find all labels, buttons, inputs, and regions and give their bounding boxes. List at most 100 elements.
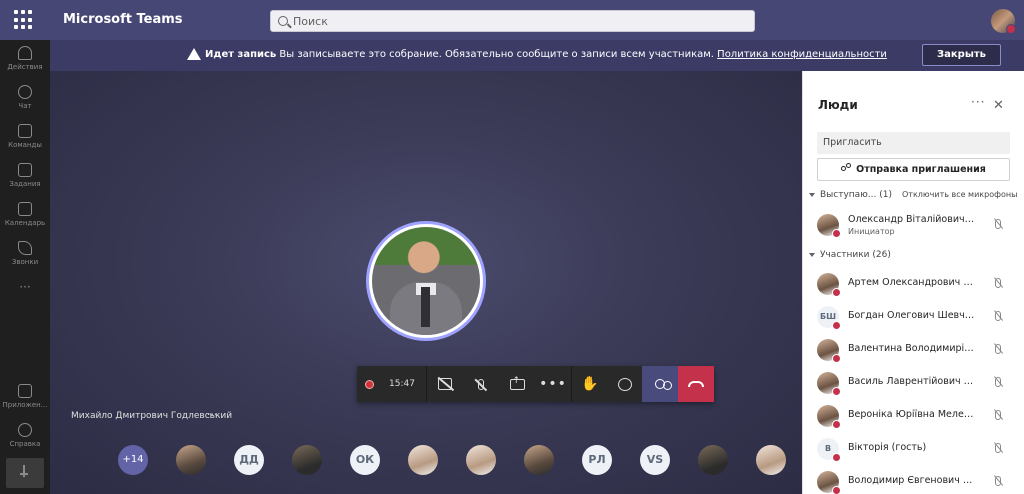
mic-off-icon	[995, 410, 1001, 420]
participant-avatar[interactable]	[466, 445, 496, 475]
participant-avatar[interactable]: ДД	[234, 445, 264, 475]
participant-row[interactable]: Володимир Євгенович Сок...	[803, 466, 1024, 494]
participant-row[interactable]: В Вікторія (гость)	[803, 433, 1024, 466]
mic-off-icon	[995, 443, 1001, 453]
rail-label: Календарь	[4, 219, 46, 227]
help-icon	[18, 423, 32, 437]
rail-item-chat[interactable]: Чат	[0, 85, 50, 110]
participant-avatar[interactable]	[408, 445, 438, 475]
participant-name: Вікторія (гость)	[848, 442, 927, 453]
participant-row[interactable]: Валентина Володимирівна Моск...	[803, 334, 1024, 367]
rail-label: Приложен...	[2, 401, 48, 409]
participant-avatar[interactable]: VS	[640, 445, 670, 475]
avatar	[817, 214, 841, 238]
camera-off-icon	[438, 378, 452, 390]
participant-row[interactable]: Артем Олександрович Бон...	[803, 268, 1024, 301]
chevron-down-icon	[809, 252, 815, 257]
participant-name: Олександр Віталійович Шм...	[848, 214, 976, 225]
recording-title: Идет запись	[205, 49, 277, 60]
apps-icon	[18, 384, 32, 398]
search-input[interactable]: Поиск	[270, 10, 755, 32]
participant-avatar[interactable]	[756, 445, 786, 475]
chat-button[interactable]	[608, 366, 642, 402]
mic-toggle-button[interactable]	[463, 366, 499, 402]
rail-item-apps[interactable]: Приложен...	[0, 384, 50, 409]
avatar	[817, 471, 841, 494]
participant-row[interactable]: Василь Лаврентійович Лис...	[803, 367, 1024, 400]
participant-row[interactable]: Вероніка Юріївна Мелехова	[803, 400, 1024, 433]
avatar: БШ	[817, 306, 841, 330]
speaker-photo	[372, 227, 480, 335]
participant-row[interactable]: БШ Богдан Олегович Шевченко	[803, 301, 1024, 334]
participant-avatar[interactable]	[292, 445, 322, 475]
recording-notice: Идет запись Вы записываете это собрание.…	[205, 49, 887, 60]
panel-close-button[interactable]: ✕	[993, 98, 1004, 113]
rail-item-activity[interactable]: Действия	[0, 46, 50, 71]
download-button[interactable]	[6, 458, 44, 488]
download-icon	[23, 465, 25, 477]
presenters-section-toggle[interactable]: Выступаю... (1)	[809, 190, 892, 200]
participant-avatar[interactable]	[698, 445, 728, 475]
participant-name: Вероніка Юріївна Мелехова	[848, 409, 976, 420]
camera-toggle-button[interactable]	[427, 366, 463, 402]
more-actions-button[interactable]: •••	[535, 366, 571, 402]
mic-off-icon	[478, 378, 484, 390]
participant-avatar[interactable]	[176, 445, 206, 475]
mic-off-icon	[995, 219, 1001, 229]
send-invite-button[interactable]: Отправка приглашения	[817, 158, 1010, 181]
share-screen-button[interactable]	[499, 366, 535, 402]
chat-icon	[18, 85, 32, 99]
participant-avatar[interactable]: РЛ	[582, 445, 612, 475]
rail-item-assignments[interactable]: Задания	[0, 163, 50, 188]
participant-row[interactable]: Олександр Віталійович Шм... Инициатор	[803, 209, 1024, 242]
teams-icon	[18, 124, 32, 138]
participant-name: Василь Лаврентійович Лис...	[848, 376, 976, 387]
panel-more-button[interactable]: ···	[971, 95, 985, 109]
presenters-label: Выступаю... (1)	[820, 190, 892, 200]
participant-name: Артем Олександрович Бон...	[848, 277, 976, 288]
share-screen-icon	[509, 376, 525, 390]
send-invite-label: Отправка приглашения	[856, 164, 986, 175]
app-rail: Действия Чат Команды Задания Календарь З…	[0, 40, 50, 494]
rail-label: Справка	[9, 440, 41, 448]
search-icon	[278, 16, 288, 26]
avatar	[817, 405, 841, 429]
call-controls: 15:47 ••• ✋	[357, 366, 714, 402]
search-placeholder: Поиск	[293, 15, 328, 28]
title-bar: Microsoft Teams Поиск	[0, 0, 1024, 40]
more-icon: •••	[539, 376, 567, 392]
participants-button[interactable]	[642, 366, 678, 402]
participants-section-toggle[interactable]: Участники (26)	[809, 250, 891, 260]
participant-name: Валентина Володимирівна Моск...	[848, 343, 976, 354]
mute-all-button[interactable]: Отключить все микрофоны	[902, 190, 1017, 199]
avatar: В	[817, 438, 841, 462]
more-participants-button[interactable]: +14	[118, 445, 148, 475]
rail-label: Действия	[7, 63, 43, 71]
participant-name: Богдан Олегович Шевченко	[848, 310, 976, 321]
participant-avatar[interactable]: ОК	[350, 445, 380, 475]
chevron-down-icon	[809, 192, 815, 197]
user-avatar[interactable]	[991, 9, 1016, 34]
participants-label: Участники (26)	[820, 250, 891, 260]
rail-item-calendar[interactable]: Календарь	[0, 202, 50, 227]
hang-up-button[interactable]	[678, 366, 714, 402]
rail-item-help[interactable]: Справка	[0, 423, 50, 448]
rail-label: Задания	[9, 180, 41, 188]
app-launcher-icon[interactable]	[14, 10, 34, 30]
rail-more-button[interactable]: ···	[0, 280, 50, 294]
recording-indicator	[357, 366, 381, 402]
rail-label: Чат	[18, 102, 32, 110]
rail-item-calls[interactable]: Звонки	[0, 241, 50, 266]
speaker-more-button[interactable]: ···	[207, 408, 218, 421]
close-banner-button[interactable]: Закрыть	[922, 44, 1001, 66]
record-icon	[364, 379, 374, 389]
raise-hand-button[interactable]: ✋	[572, 366, 608, 402]
calendar-icon	[18, 202, 32, 216]
participant-avatar[interactable]	[524, 445, 554, 475]
rail-item-teams[interactable]: Команды	[0, 124, 50, 149]
mic-off-icon	[995, 476, 1001, 486]
invite-input[interactable]: Пригласить	[817, 132, 1010, 154]
privacy-policy-link[interactable]: Политика конфиденциальности	[717, 49, 887, 60]
hang-up-icon	[688, 381, 704, 387]
recording-text: Вы записываете это собрание. Обязательно…	[279, 49, 714, 60]
